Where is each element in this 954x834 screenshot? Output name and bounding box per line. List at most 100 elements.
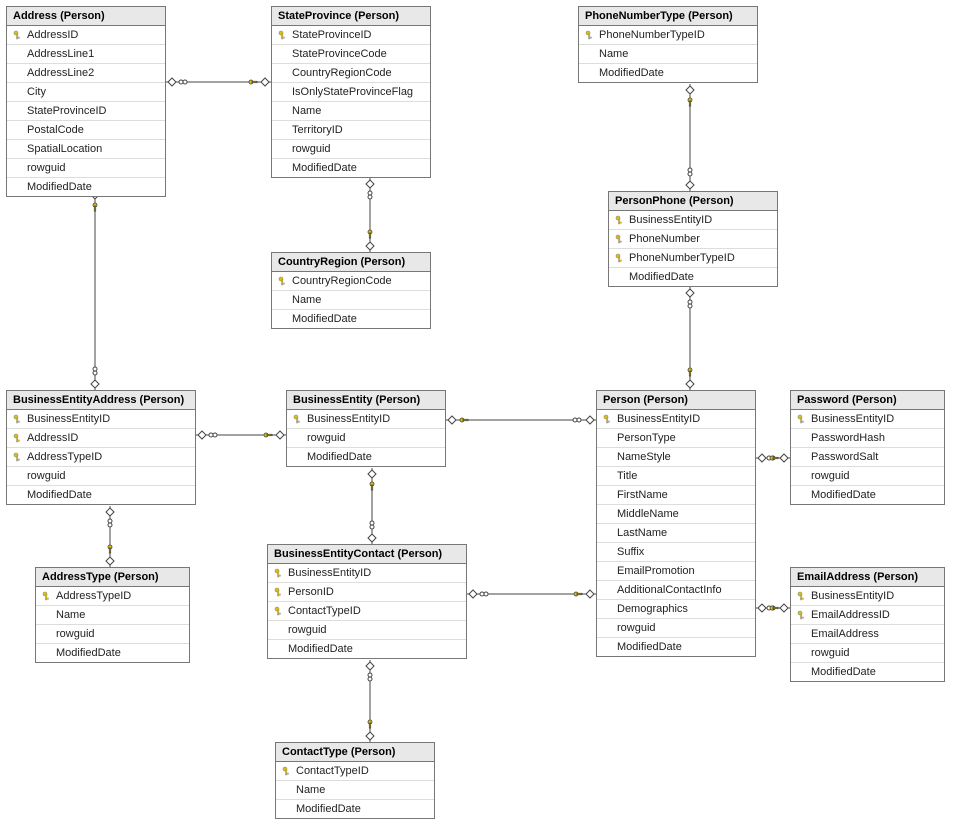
column-name: Name (294, 784, 325, 796)
entity-contacttype[interactable]: ContactType (Person)ContactTypeID Name Mod… (275, 742, 435, 819)
column-row[interactable]: ModifiedDate (791, 486, 944, 504)
column-row[interactable]: BusinessEntityID (597, 410, 755, 429)
column-row[interactable]: AddressTypeID (7, 448, 195, 467)
column-row[interactable]: PasswordHash (791, 429, 944, 448)
column-row[interactable]: BusinessEntityID (609, 211, 777, 230)
column-row[interactable]: ContactTypeID (268, 602, 466, 621)
column-row[interactable]: PostalCode (7, 121, 165, 140)
column-row[interactable]: CountryRegionCode (272, 272, 430, 291)
column-row[interactable]: ModifiedDate (579, 64, 757, 82)
column-row[interactable]: Name (579, 45, 757, 64)
column-row[interactable]: ModifiedDate (272, 310, 430, 328)
column-row[interactable]: BusinessEntityID (7, 410, 195, 429)
column-row[interactable]: Name (272, 102, 430, 121)
entity-header[interactable]: Person (Person) (597, 391, 755, 410)
entity-addresstype[interactable]: AddressType (Person)AddressTypeIDNamerow… (35, 567, 190, 663)
column-row[interactable]: rowguid (7, 159, 165, 178)
entity-emailaddress[interactable]: EmailAddress (Person)BusinessEntityIDEma… (790, 567, 945, 682)
column-row[interactable]: Name (276, 781, 434, 800)
column-row[interactable]: PhoneNumberTypeID (609, 249, 777, 268)
column-row[interactable]: rowguid (268, 621, 466, 640)
column-row[interactable]: AddressID (7, 26, 165, 45)
entity-businessentityaddress[interactable]: BusinessEntityAddress (Person)BusinessEn… (6, 390, 196, 505)
column-row[interactable]: StateProvinceID (272, 26, 430, 45)
entity-password[interactable]: Password (Person)BusinessEntityIDPasswor… (790, 390, 945, 505)
entity-header[interactable]: StateProvince (Person) (272, 7, 430, 26)
column-row[interactable]: rowguid (597, 619, 755, 638)
entity-phonenumbertype[interactable]: PhoneNumberType (Person)PhoneNumberTypeI… (578, 6, 758, 83)
column-row[interactable]: AddressLine2 (7, 64, 165, 83)
column-row[interactable]: FirstName (597, 486, 755, 505)
column-row[interactable]: ModifiedDate (268, 640, 466, 658)
column-row[interactable]: PhoneNumber (609, 230, 777, 249)
column-row[interactable]: ModifiedDate (597, 638, 755, 656)
column-row[interactable]: EmailPromotion (597, 562, 755, 581)
entity-address[interactable]: Address (Person)AddressIDAddressLine1Add… (6, 6, 166, 197)
entity-person[interactable]: Person (Person)BusinessEntityIDPersonTyp… (596, 390, 756, 657)
column-row[interactable]: EmailAddress (791, 625, 944, 644)
column-row[interactable]: ModifiedDate (287, 448, 445, 466)
column-name: ModifiedDate (290, 162, 357, 174)
column-row[interactable]: BusinessEntityID (791, 587, 944, 606)
entity-businessentity[interactable]: BusinessEntity (Person)BusinessEntityIDr… (286, 390, 446, 467)
column-row[interactable]: ModifiedDate (609, 268, 777, 286)
column-row[interactable]: ContactTypeID (276, 762, 434, 781)
column-row[interactable]: AdditionalContactInfo (597, 581, 755, 600)
entity-personphone[interactable]: PersonPhone (Person)BusinessEntityIDPhon… (608, 191, 778, 287)
column-row[interactable]: rowguid (791, 644, 944, 663)
column-row[interactable]: rowguid (791, 467, 944, 486)
entity-header[interactable]: Password (Person) (791, 391, 944, 410)
column-row[interactable]: ModifiedDate (7, 178, 165, 196)
column-row[interactable]: AddressID (7, 429, 195, 448)
column-name: BusinessEntityID (286, 567, 371, 579)
column-row[interactable]: Name (272, 291, 430, 310)
column-row[interactable]: StateProvinceID (7, 102, 165, 121)
column-row[interactable]: CountryRegionCode (272, 64, 430, 83)
column-row[interactable]: NameStyle (597, 448, 755, 467)
column-row[interactable]: Demographics (597, 600, 755, 619)
entity-header[interactable]: BusinessEntityContact (Person) (268, 545, 466, 564)
column-row[interactable]: AddressTypeID (36, 587, 189, 606)
column-row[interactable]: rowguid (287, 429, 445, 448)
entity-header[interactable]: BusinessEntity (Person) (287, 391, 445, 410)
column-row[interactable]: TerritoryID (272, 121, 430, 140)
column-row[interactable]: ModifiedDate (272, 159, 430, 177)
column-row[interactable]: StateProvinceCode (272, 45, 430, 64)
entity-header[interactable]: CountryRegion (Person) (272, 253, 430, 272)
entity-header[interactable]: PhoneNumberType (Person) (579, 7, 757, 26)
entity-header[interactable]: Address (Person) (7, 7, 165, 26)
entity-businessentitycontact[interactable]: BusinessEntityContact (Person) BusinessEn… (267, 544, 467, 659)
column-row[interactable]: MiddleName (597, 505, 755, 524)
column-row[interactable]: Suffix (597, 543, 755, 562)
column-row[interactable]: ModifiedDate (36, 644, 189, 662)
column-row[interactable]: EmailAddressID (791, 606, 944, 625)
column-row[interactable]: BusinessEntityID (268, 564, 466, 583)
column-row[interactable]: rowguid (272, 140, 430, 159)
column-row[interactable]: ModifiedDate (276, 800, 434, 818)
column-name: AddressTypeID (25, 451, 102, 463)
column-row[interactable]: BusinessEntityID (791, 410, 944, 429)
column-row[interactable]: ModifiedDate (791, 663, 944, 681)
column-row[interactable]: PersonType (597, 429, 755, 448)
entity-header[interactable]: AddressType (Person) (36, 568, 189, 587)
column-row[interactable]: City (7, 83, 165, 102)
column-row[interactable]: ModifiedDate (7, 486, 195, 504)
entity-stateprovince[interactable]: StateProvince (Person)StateProvinceIDSta… (271, 6, 431, 178)
entity-header[interactable]: BusinessEntityAddress (Person) (7, 391, 195, 410)
column-row[interactable]: SpatialLocation (7, 140, 165, 159)
column-row[interactable]: PasswordSalt (791, 448, 944, 467)
column-row[interactable]: BusinessEntityID (287, 410, 445, 429)
column-row[interactable]: rowguid (7, 467, 195, 486)
column-row[interactable]: PersonID (268, 583, 466, 602)
entity-header[interactable]: EmailAddress (Person) (791, 568, 944, 587)
column-row[interactable]: IsOnlyStateProvinceFlag (272, 83, 430, 102)
column-row[interactable]: rowguid (36, 625, 189, 644)
column-row[interactable]: PhoneNumberTypeID (579, 26, 757, 45)
entity-countryregion[interactable]: CountryRegion (Person)CountryRegionCodeN… (271, 252, 431, 329)
column-row[interactable]: Title (597, 467, 755, 486)
column-row[interactable]: LastName (597, 524, 755, 543)
column-row[interactable]: AddressLine1 (7, 45, 165, 64)
entity-header[interactable]: PersonPhone (Person) (609, 192, 777, 211)
column-row[interactable]: Name (36, 606, 189, 625)
entity-header[interactable]: ContactType (Person) (276, 743, 434, 762)
